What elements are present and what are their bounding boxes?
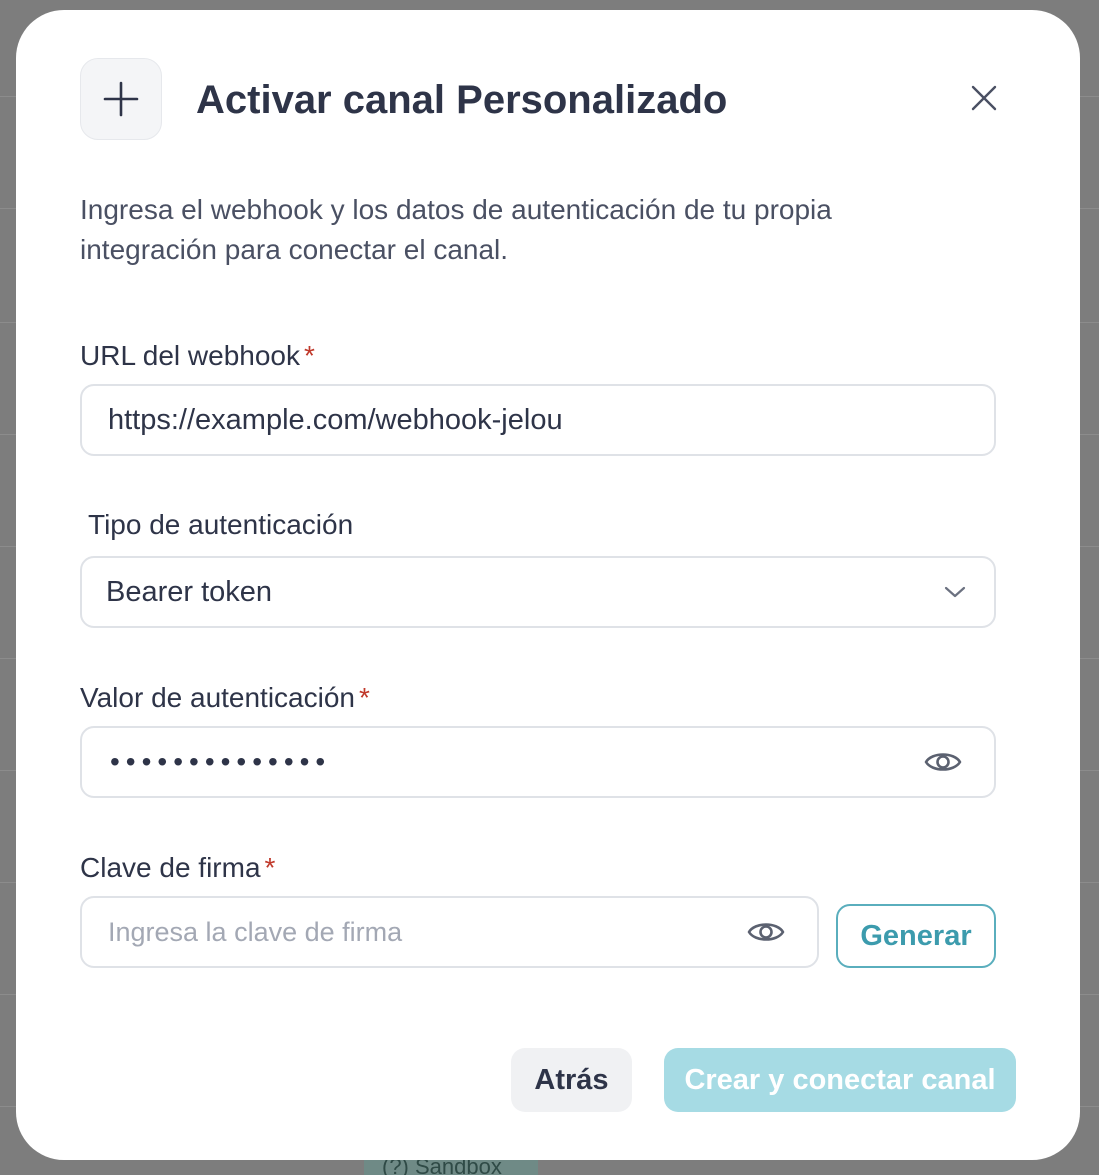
close-icon (970, 84, 998, 117)
webhook-url-label: URL del webhook * (80, 338, 315, 374)
back-button[interactable]: Atrás (511, 1048, 632, 1112)
auth-value-input[interactable]: •••••••••••••• (80, 726, 996, 798)
webhook-url-value: https://example.com/webhook-jelou (108, 403, 563, 436)
activate-channel-modal: Activar canal Personalizado Ingresa el w… (16, 10, 1080, 1160)
create-and-connect-button[interactable]: Crear y conectar canal (664, 1048, 1016, 1112)
auth-value-label-text: Valor de autenticación (80, 682, 355, 713)
signing-key-input[interactable]: Ingresa la clave de firma (80, 896, 819, 968)
webhook-url-input[interactable]: https://example.com/webhook-jelou (80, 384, 996, 456)
webhook-url-label-text: URL del webhook (80, 340, 300, 371)
auth-type-select[interactable]: Bearer token (80, 556, 996, 628)
chevron-down-icon (944, 585, 966, 599)
modal-description: Ingresa el webhook y los datos de autent… (80, 194, 832, 265)
eye-icon[interactable] (924, 748, 962, 776)
auth-value-masked: •••••••••••••• (110, 746, 332, 777)
signing-key-label-text: Clave de firma (80, 852, 261, 883)
plus-icon (80, 58, 162, 140)
generate-button[interactable]: Generar (836, 904, 996, 968)
required-mark: * (359, 682, 370, 713)
required-mark: * (303, 340, 315, 371)
eye-icon[interactable] (747, 918, 785, 946)
signing-key-placeholder: Ingresa la clave de firma (108, 916, 403, 947)
close-button[interactable] (964, 80, 1004, 120)
auth-type-label: Tipo de autenticación (88, 509, 354, 540)
signing-key-label: Clave de firma * (80, 850, 275, 886)
required-mark: * (264, 852, 276, 883)
modal-title: Activar canal Personalizado (196, 78, 728, 122)
auth-type-selected: Bearer token (106, 575, 273, 608)
auth-value-label: Valor de autenticación * (80, 680, 370, 716)
